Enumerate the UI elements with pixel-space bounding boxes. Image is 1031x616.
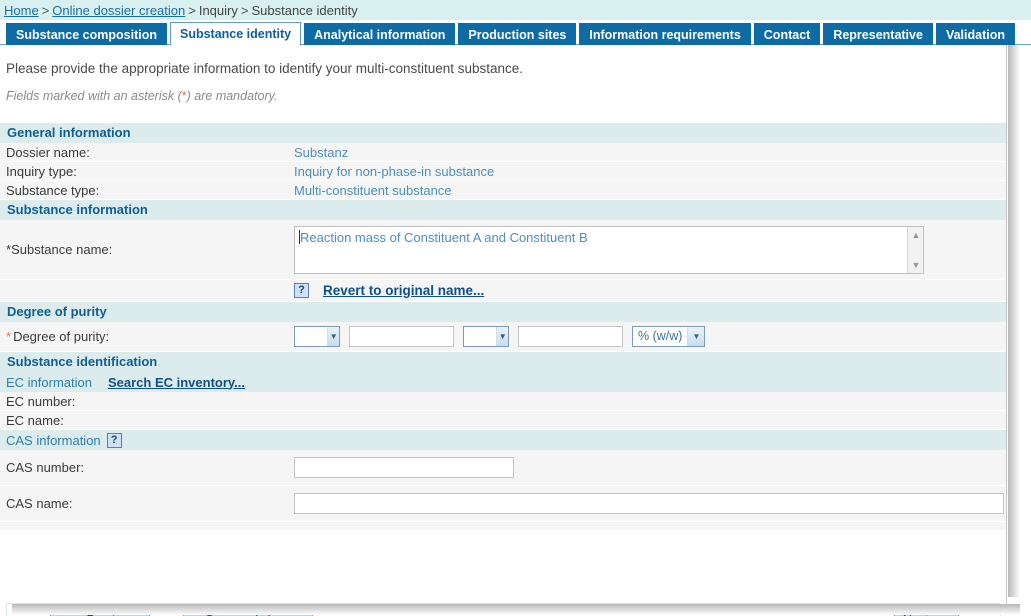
row-ec-name: EC name: [0, 411, 1006, 430]
table-bottom-spacer [0, 522, 1006, 531]
row-revert-original-name: ? Revert to original name... [0, 280, 1006, 302]
help-icon-substance-name[interactable]: ? [294, 283, 309, 298]
value-dossier-name: Substanz [294, 144, 349, 160]
label-substance-type: Substance type: [6, 182, 100, 198]
textarea-scrollbar[interactable]: ▲ ▼ [907, 226, 923, 273]
scroll-down-icon[interactable]: ▼ [908, 257, 923, 273]
breadcrumb-separator-3: > [240, 3, 249, 18]
search-ec-inventory-link[interactable]: Search EC inventory... [108, 375, 245, 390]
tab-information-requirements[interactable]: Information requirements [579, 23, 751, 46]
page-intro-text: Please provide the appropriate informati… [6, 61, 524, 76]
label-substance-name: *Substance name: [0, 242, 294, 257]
cas-name-input[interactable] [294, 493, 1004, 514]
panel-right-shadow [1008, 45, 1020, 597]
panel-bottom-shadow [12, 604, 1020, 615]
row-dossier-name: Dossier name: Substanz [0, 143, 1006, 162]
section-header-general-information: General information [0, 123, 1006, 143]
label-inquiry-type: Inquiry type: [6, 163, 77, 179]
content-panel: Please provide the appropriate informati… [0, 45, 1007, 616]
row-substance-type: Substance type: Multi-constituent substa… [0, 181, 1006, 200]
breadcrumb-separator-1: > [41, 3, 50, 18]
breadcrumb-separator-2: > [188, 3, 196, 18]
mandatory-note-before: Fields marked with an asterisk ( [6, 89, 182, 103]
scroll-up-icon[interactable]: ▲ [908, 227, 923, 243]
row-degree-of-purity: * Degree of purity: ▼ ▼ % (w/w) ▼ [0, 322, 1006, 352]
section-header-degree-of-purity: Degree of purity [0, 302, 1006, 322]
chevron-down-icon[interactable]: ▼ [687, 327, 705, 346]
purity-operator-2-select[interactable]: ▼ [463, 326, 509, 347]
row-ec-number: EC number: [0, 392, 1006, 411]
purity-value-1-input[interactable] [349, 326, 454, 347]
row-cas-name: CAS name: [0, 486, 1006, 522]
breadcrumb-link-home[interactable]: Home [4, 3, 39, 18]
substance-name-textarea[interactable]: Reaction mass of Constituent A and Const… [294, 225, 924, 274]
purity-unit-select[interactable]: % (w/w) ▼ [632, 326, 706, 347]
tab-substance-identity[interactable]: Substance identity [170, 22, 302, 46]
form-tables: General information Dossier name: Substa… [0, 123, 1006, 531]
row-ec-information: EC information Search EC inventory... [0, 372, 1006, 392]
revert-to-original-name-link[interactable]: Revert to original name... [323, 283, 484, 298]
row-cas-information: CAS information ? [0, 430, 1006, 450]
breadcrumb-item-substance-identity: Substance identity [251, 3, 358, 18]
label-ec-number: EC number: [6, 393, 76, 409]
breadcrumb-item-inquiry: Inquiry [198, 3, 238, 18]
purity-operator-1-select[interactable]: ▼ [294, 326, 340, 347]
cas-number-input[interactable] [294, 457, 514, 478]
label-ec-name: EC name: [6, 412, 64, 428]
value-cas-number [294, 457, 1006, 478]
label-cas-information: CAS information [6, 432, 101, 448]
chevron-down-icon[interactable]: ▼ [327, 327, 339, 346]
label-cas-name: CAS name: [6, 496, 73, 511]
row-cas-number: CAS number: [0, 450, 1006, 486]
section-header-substance-information: Substance information [0, 200, 1006, 220]
label-substance-name-text: Substance name: [11, 242, 113, 257]
purity-value-2-input[interactable] [518, 326, 623, 347]
purity-unit-value: % (w/w) [638, 329, 683, 343]
breadcrumb: Home > Online dossier creation > Inquiry > Sub… [0, 0, 1031, 20]
substance-name-value: Reaction mass of Constituent A and Const… [300, 229, 588, 245]
purity-operator-2-value [464, 327, 496, 346]
label-degree-of-purity-text: Degree of purity: [13, 329, 110, 344]
tab-representative[interactable]: Representative [823, 23, 933, 46]
tab-validation[interactable]: Validation [935, 23, 1015, 46]
text-caret [299, 229, 300, 244]
tab-bar: Substance composition Substance identity A… [0, 20, 1031, 46]
label-dossier-name: Dossier name: [6, 144, 90, 160]
label-degree-of-purity: * Degree of purity: [0, 329, 294, 344]
row-inquiry-type: Inquiry type: Inquiry for non-phase-in s… [0, 162, 1006, 181]
tab-analytical-information[interactable]: Analytical information [304, 23, 456, 46]
purity-operator-1-value [295, 327, 327, 346]
breadcrumb-link-online-dossier-creation[interactable]: Online dossier creation [52, 3, 185, 18]
section-header-substance-identification: Substance identification [0, 352, 1006, 372]
required-asterisk-degree-of-purity: * [6, 329, 12, 344]
page-body: Please provide the appropriate informati… [0, 45, 1031, 616]
mandatory-fields-note: Fields marked with an asterisk (*) are m… [0, 76, 1006, 103]
label-cas-number: CAS number: [6, 460, 85, 475]
value-cas-name [294, 493, 1013, 514]
mandatory-note-after: ) are mandatory. [186, 89, 278, 103]
row-substance-name: *Substance name: Reaction mass of Consti… [0, 220, 1006, 280]
value-inquiry-type: Inquiry for non-phase-in substance [294, 163, 495, 179]
chevron-down-icon[interactable]: ▼ [496, 327, 508, 346]
value-substance-type: Multi-constituent substance [294, 182, 452, 198]
tab-contact[interactable]: Contact [753, 23, 821, 46]
help-icon-cas-information[interactable]: ? [106, 432, 122, 448]
tab-production-sites[interactable]: Production sites [458, 23, 577, 46]
label-ec-information: EC information [6, 374, 92, 390]
tab-substance-composition[interactable]: Substance composition [6, 23, 167, 46]
